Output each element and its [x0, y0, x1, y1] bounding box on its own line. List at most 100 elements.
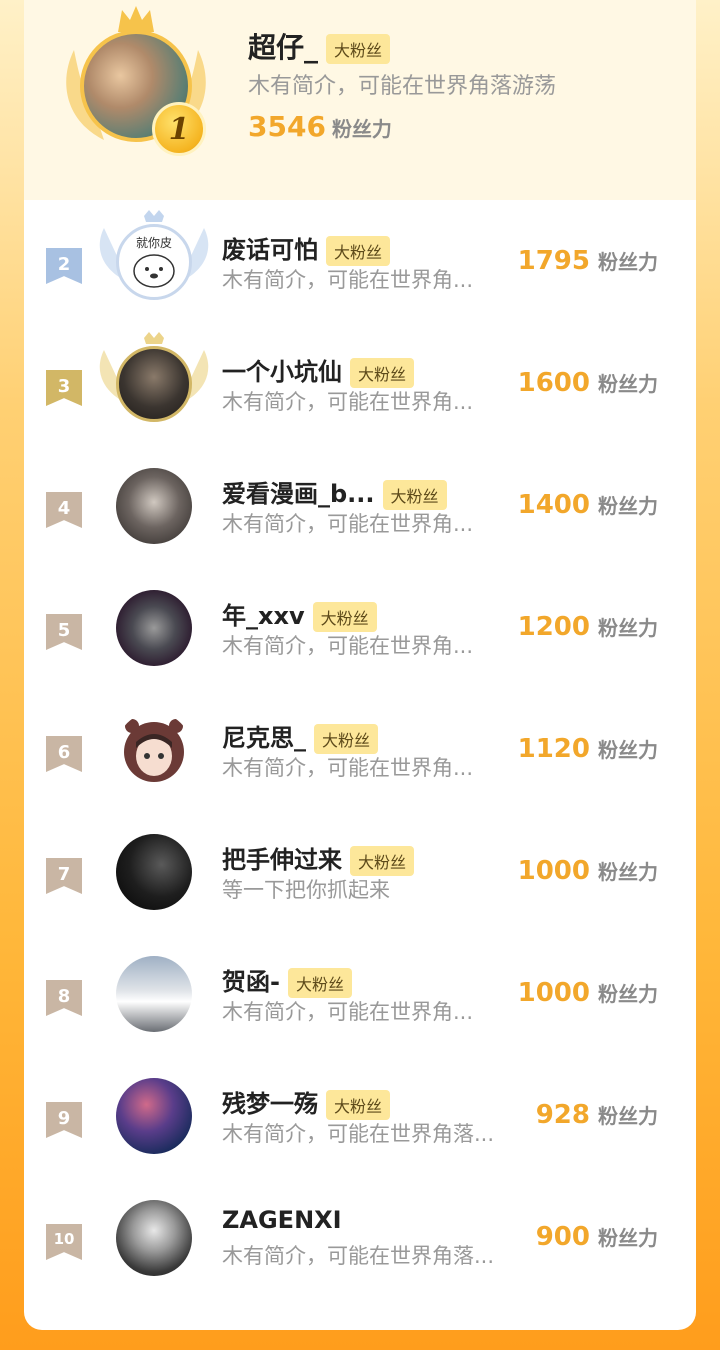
fan-power-label: 粉丝力: [598, 738, 658, 762]
fan-power-value: 1000: [517, 978, 590, 1008]
rank-1-medal: 1: [152, 102, 206, 156]
fan-power-label: 粉丝力: [331, 117, 392, 141]
user-bio: 木有简介，可能在世界角...: [222, 1000, 474, 1024]
list-item[interactable]: 2 就你皮 废话可怕 大粉丝 木有简介，可能在世界角... 1795 粉丝力: [24, 200, 696, 320]
user-bio: 木有简介，可能在世界角落...: [222, 1244, 495, 1268]
list-item[interactable]: 7 把手伸过来 大粉丝 等一下把你抓起来 1000 粉丝力: [24, 810, 696, 930]
fan-power-value: 900: [535, 1222, 590, 1252]
fan-power: 928 粉丝力: [536, 1100, 658, 1130]
user-name-line: 废话可怕 大粉丝: [222, 230, 391, 266]
user-bio: 木有简介，可能在世界角...: [222, 634, 474, 658]
user-name: 贺函-: [222, 968, 280, 996]
user-name: 废话可怕: [222, 236, 318, 264]
fan-power: 1120 粉丝力: [518, 734, 658, 764]
rank-flag: 7: [46, 858, 82, 894]
fan-level-badge: 大粉丝: [312, 602, 377, 632]
user-name: ZAGENXI: [222, 1206, 342, 1234]
top-fan-card[interactable]: 1 超仔_ 大粉丝 木有简介，可能在世界角落游荡 3546 粉丝力: [24, 0, 696, 200]
fan-power: 900 粉丝力: [536, 1222, 658, 1252]
fan-ranking-panel: 1 超仔_ 大粉丝 木有简介，可能在世界角落游荡 3546 粉丝力 2 就你皮 废话…: [24, 0, 696, 1330]
user-bio: 木有简介，可能在世界角落...: [222, 1122, 495, 1146]
list-item[interactable]: 5 年_xxv 大粉丝 木有简介，可能在世界角... 1200 粉丝力: [24, 566, 696, 686]
user-name: 爱看漫画_b...: [222, 480, 375, 508]
fan-power-value: 1795: [517, 246, 590, 276]
fan-power-value: 1000: [517, 856, 590, 886]
list-item[interactable]: 4 爱看漫画_b... 大粉丝 木有简介，可能在世界角... 1400 粉丝力: [24, 444, 696, 564]
avatar-caption: 就你皮: [136, 236, 172, 250]
fan-power-label: 粉丝力: [598, 494, 658, 518]
user-bio: 木有简介，可能在世界角...: [222, 756, 474, 780]
fan-power: 1000 粉丝力: [518, 978, 658, 1008]
fan-level-badge: 大粉丝: [326, 34, 391, 64]
fan-power: 1400 粉丝力: [518, 490, 658, 520]
fan-power-label: 粉丝力: [598, 250, 658, 274]
user-bio: 木有简介，可能在世界角...: [222, 268, 474, 292]
avatar[interactable]: [116, 1200, 192, 1276]
list-item[interactable]: 10 ZAGENXI 木有简介，可能在世界角落... 900 粉丝力: [24, 1176, 696, 1296]
rank-flag: 8: [46, 980, 82, 1016]
fan-power: 3546 粉丝力: [248, 110, 392, 143]
avatar[interactable]: 就你皮: [116, 224, 192, 300]
user-bio: 木有简介，可能在世界角落游荡: [248, 74, 557, 99]
user-name: 一个小坑仙: [222, 358, 342, 386]
fan-power-value: 1200: [517, 612, 590, 642]
fan-power-value: 3546: [248, 110, 326, 143]
user-name-line: 贺函- 大粉丝: [222, 962, 352, 998]
user-name: 残梦一殇: [222, 1090, 318, 1118]
fan-level-badge: 大粉丝: [287, 968, 352, 998]
list-item[interactable]: 8 贺函- 大粉丝 木有简介，可能在世界角... 1000 粉丝力: [24, 932, 696, 1052]
fan-power: 1000 粉丝力: [518, 856, 658, 886]
user-name-line: 残梦一殇 大粉丝: [222, 1084, 391, 1120]
user-name-line: ZAGENXI: [222, 1206, 342, 1234]
fan-power-label: 粉丝力: [598, 860, 658, 884]
fan-level-badge: 大粉丝: [326, 236, 391, 266]
list-item[interactable]: 3 一个小坑仙 大粉丝 木有简介，可能在世界角... 1600 粉丝力: [24, 322, 696, 442]
rank-flag: 2: [46, 248, 82, 284]
rank-flag: 9: [46, 1102, 82, 1138]
fan-power: 1600 粉丝力: [518, 368, 658, 398]
avatar[interactable]: [116, 712, 192, 788]
fan-power-value: 1120: [517, 734, 590, 764]
list-item[interactable]: 6 尼克思_ 大粉丝 木有简介，可能在世界角... 1120 粉丝力: [24, 688, 696, 808]
list-item[interactable]: 9 残梦一殇 大粉丝 木有简介，可能在世界角落... 928 粉丝力: [24, 1054, 696, 1174]
user-bio: 等一下把你抓起来: [222, 878, 390, 902]
fan-level-badge: 大粉丝: [326, 1090, 391, 1120]
fan-power-label: 粉丝力: [598, 1104, 658, 1128]
user-name-line: 年_xxv 大粉丝: [222, 596, 377, 632]
fan-power-label: 粉丝力: [598, 372, 658, 396]
rank-flag: 6: [46, 736, 82, 772]
cartoon-girl-icon: [124, 719, 184, 782]
fan-power-value: 928: [535, 1100, 590, 1130]
user-name: 把手伸过来: [222, 846, 342, 874]
fan-power-value: 1400: [517, 490, 590, 520]
fan-power: 1200 粉丝力: [518, 612, 658, 642]
avatar[interactable]: [116, 956, 192, 1032]
fan-level-badge: 大粉丝: [350, 358, 415, 388]
fan-power: 1795 粉丝力: [518, 246, 658, 276]
fan-power-value: 1600: [517, 368, 590, 398]
rank-flag: 5: [46, 614, 82, 650]
rank-flag: 10: [46, 1224, 82, 1260]
avatar[interactable]: [116, 468, 192, 544]
avatar[interactable]: [116, 1078, 192, 1154]
user-name-line: 一个小坑仙 大粉丝: [222, 352, 415, 388]
fan-power-label: 粉丝力: [598, 1226, 658, 1250]
fan-level-badge: 大粉丝: [382, 480, 447, 510]
rank-flag: 3: [46, 370, 82, 406]
user-name-line: 爱看漫画_b... 大粉丝: [222, 474, 447, 510]
avatar[interactable]: [116, 346, 192, 422]
bear-meme-icon: 就你皮: [133, 236, 175, 288]
fan-level-badge: 大粉丝: [314, 724, 379, 754]
user-bio: 木有简介，可能在世界角...: [222, 512, 474, 536]
rank-flag: 4: [46, 492, 82, 528]
user-bio: 木有简介，可能在世界角...: [222, 390, 474, 414]
fan-power-label: 粉丝力: [598, 982, 658, 1006]
user-name: 年_xxv: [222, 602, 305, 630]
top-fan-name[interactable]: 超仔_ 大粉丝: [248, 26, 391, 66]
avatar[interactable]: [116, 590, 192, 666]
user-name: 尼克思_: [222, 724, 306, 752]
user-name-line: 尼克思_ 大粉丝: [222, 718, 379, 754]
fan-power-label: 粉丝力: [598, 616, 658, 640]
fan-level-badge: 大粉丝: [350, 846, 415, 876]
avatar[interactable]: [116, 834, 192, 910]
